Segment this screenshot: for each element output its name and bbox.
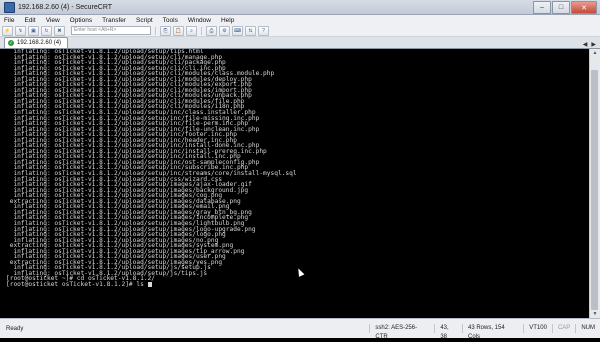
connect-icon[interactable]: ⚡: [2, 25, 13, 36]
scrollbar-thumb[interactable]: [591, 70, 598, 310]
session-tab-bar: ✓ 192.168.2.60 (4) ◀ ▶: [0, 37, 600, 49]
scroll-down-arrow-icon[interactable]: ▼: [590, 310, 600, 318]
terminal-scrollbar[interactable]: ▲ ▼: [589, 49, 600, 318]
menu-transfer[interactable]: Transfer: [98, 17, 132, 24]
terminal-line: [root@osticket osTicket-v1.8.1.2]# ls: [2, 282, 588, 288]
status-ready-text: Ready: [6, 325, 24, 332]
terminal-output[interactable]: inflating: osTicket-v1.8.1.2/upload/setu…: [2, 49, 588, 318]
menu-window[interactable]: Window: [184, 17, 217, 24]
menu-edit[interactable]: Edit: [20, 17, 41, 24]
toolbar-separator: [201, 26, 202, 35]
toolbar: ⚡ ↯ ▣ ↻ ✖ Enter host <Alt+R> ⎘ 📋 ⌕ ⎙ ⚙ ⌨…: [0, 25, 600, 37]
help-icon[interactable]: ?: [258, 25, 269, 36]
title-bar: 192.168.2.60 (4) - SecureCRT – □ ✕: [0, 0, 600, 15]
menu-bar: File Edit View Options Transfer Script T…: [0, 15, 600, 25]
find-icon[interactable]: ⌕: [186, 25, 197, 36]
menu-script[interactable]: Script: [132, 17, 159, 24]
terminal-cursor: [147, 281, 152, 287]
status-cursor-position: 43, 38: [434, 324, 462, 340]
tab-prev-arrow-icon[interactable]: ◀: [583, 41, 588, 48]
session-tab[interactable]: ✓ 192.168.2.60 (4): [4, 37, 69, 48]
menu-tools[interactable]: Tools: [159, 17, 184, 24]
paste-icon[interactable]: 📋: [173, 25, 184, 36]
minimize-button[interactable]: –: [533, 1, 551, 14]
keymap-icon[interactable]: ⌨: [232, 25, 243, 36]
copy-icon[interactable]: ⎘: [160, 25, 171, 36]
menu-view[interactable]: View: [42, 17, 66, 24]
scroll-up-arrow-icon[interactable]: ▲: [590, 49, 600, 57]
settings-icon[interactable]: ⚙: [219, 25, 230, 36]
menu-file[interactable]: File: [0, 17, 20, 24]
securecrt-app-icon[interactable]: [4, 1, 15, 13]
tab-navigation: ◀ ▶: [579, 41, 596, 48]
session-tab-label: 192.168.2.60 (4): [17, 40, 62, 46]
status-protocol: ssh2: AES-256-CTR: [369, 324, 434, 340]
window-controls: – □ ✕: [532, 1, 597, 14]
print-icon[interactable]: ⎙: [206, 25, 217, 36]
toolbar-separator: [155, 26, 156, 35]
status-terminal-size: 43 Rows, 154 Cols: [462, 324, 523, 340]
tab-next-arrow-icon[interactable]: ▶: [591, 41, 596, 48]
close-button[interactable]: ✕: [571, 1, 597, 14]
status-bar: Ready ssh2: AES-256-CTR 43, 38 43 Rows, …: [0, 318, 600, 340]
connect-tab-icon[interactable]: ▣: [28, 25, 39, 36]
status-terminal-type: VT100: [523, 324, 552, 333]
reconnect-icon[interactable]: ↻: [41, 25, 52, 36]
connected-check-icon: ✓: [8, 40, 14, 46]
disconnect-icon[interactable]: ✖: [54, 25, 65, 36]
quick-connect-input[interactable]: Enter host <Alt+R>: [71, 26, 151, 35]
status-num-lock: NUM: [575, 324, 600, 333]
maximize-button[interactable]: □: [552, 1, 570, 14]
menu-options[interactable]: Options: [66, 17, 98, 24]
menu-help[interactable]: Help: [217, 17, 240, 24]
sftp-icon[interactable]: ⇅: [245, 25, 256, 36]
status-caps-lock: CAP: [551, 324, 575, 333]
quick-connect-icon[interactable]: ↯: [15, 25, 26, 36]
window-title: 192.168.2.60 (4) - SecureCRT: [18, 3, 113, 11]
